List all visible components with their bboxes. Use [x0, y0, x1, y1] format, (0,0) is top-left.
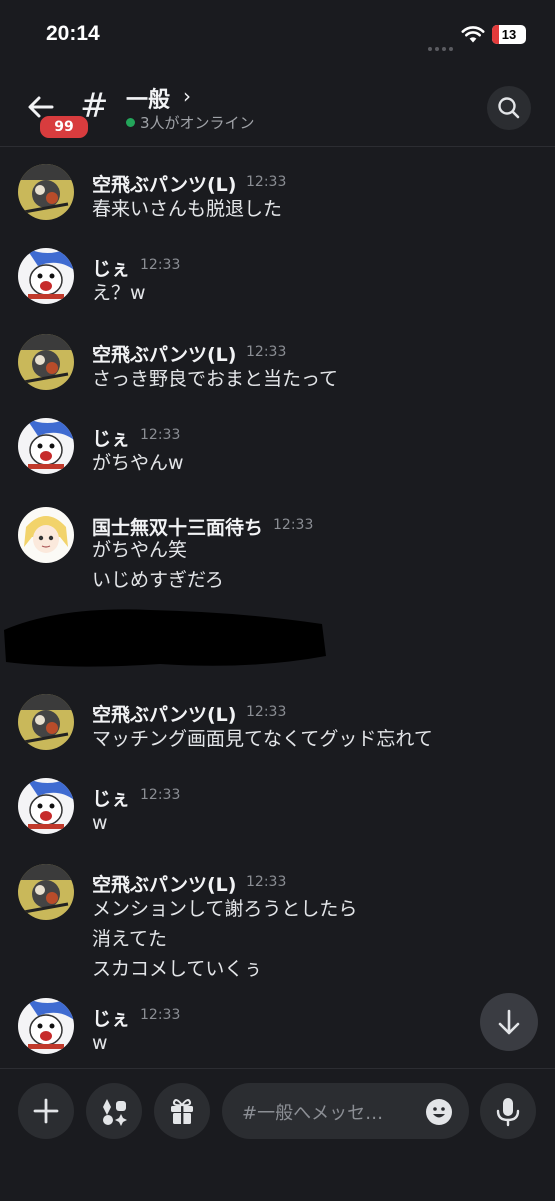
- message-input[interactable]: #一般へメッセ…: [222, 1083, 469, 1139]
- message-timestamp: 12:33: [246, 174, 287, 190]
- message-text: マッチング画面見てなくてグッド忘れて: [92, 728, 433, 750]
- message-author[interactable]: じぇ: [92, 424, 130, 451]
- battery-indicator: 13: [492, 25, 526, 44]
- avatar[interactable]: [18, 418, 74, 474]
- emoji-icon[interactable]: [425, 1098, 453, 1126]
- message-timestamp: 12:33: [246, 704, 287, 720]
- avatar[interactable]: [18, 334, 74, 390]
- message-author[interactable]: 空飛ぶパンツ(L): [92, 340, 236, 367]
- message-author[interactable]: 空飛ぶパンツ(L): [92, 700, 236, 727]
- message-timestamp: 12:33: [140, 1007, 181, 1023]
- avatar[interactable]: [18, 998, 74, 1054]
- microphone-icon: [496, 1098, 520, 1127]
- add-attachment-button[interactable]: [18, 1083, 74, 1139]
- cellular-signal-icon: [428, 36, 456, 51]
- search-icon: [498, 97, 520, 119]
- channel-hash-icon: #: [80, 86, 109, 126]
- message-text: え？w: [92, 282, 146, 304]
- message-author[interactable]: 空飛ぶパンツ(L): [92, 170, 236, 197]
- avatar[interactable]: [18, 778, 74, 834]
- message-text: 消えてた: [92, 928, 168, 950]
- search-button[interactable]: [487, 86, 531, 130]
- message-input-placeholder: #一般へメッセ…: [242, 1103, 384, 1124]
- redaction-mark: [4, 609, 326, 667]
- wifi-icon: [461, 26, 485, 43]
- message-author[interactable]: 空飛ぶパンツ(L): [92, 870, 236, 897]
- message-text: スカコメしていくぅ: [92, 958, 263, 980]
- channel-name[interactable]: 一般: [126, 82, 170, 114]
- message-text: がちやん笑: [92, 539, 188, 561]
- apps-button[interactable]: [86, 1083, 142, 1139]
- message-text: w: [92, 812, 108, 834]
- chevron-right-icon[interactable]: ›: [183, 84, 191, 108]
- message-text: さっき野良でおまと当たって: [92, 368, 339, 390]
- status-bar: 20:14 13: [0, 0, 555, 70]
- voice-message-button[interactable]: [480, 1083, 536, 1139]
- message-text: メンションして謝ろうとしたら: [92, 898, 358, 920]
- message-author[interactable]: じぇ: [92, 784, 130, 811]
- message-author[interactable]: じぇ: [92, 1004, 130, 1031]
- avatar[interactable]: [18, 694, 74, 750]
- plus-icon: [33, 1098, 59, 1124]
- message-text: w: [92, 1032, 108, 1054]
- message-text: 春来いさんも脱退した: [92, 198, 283, 220]
- message-timestamp: 12:33: [140, 427, 181, 443]
- scroll-to-bottom-button[interactable]: [480, 993, 538, 1051]
- avatar[interactable]: [18, 507, 74, 563]
- message-text: がちやんw: [92, 452, 184, 474]
- message-timestamp: 12:33: [140, 787, 181, 803]
- status-time: 20:14: [46, 22, 100, 45]
- message-author[interactable]: じぇ: [92, 254, 130, 281]
- arrow-down-icon: [498, 1009, 520, 1035]
- message-timestamp: 12:33: [246, 874, 287, 890]
- message-timestamp: 12:33: [140, 257, 181, 273]
- avatar[interactable]: [18, 864, 74, 920]
- online-count: 3人がオンライン: [126, 112, 255, 133]
- message-text: いじめすぎだろ: [92, 569, 224, 591]
- apps-icon: [103, 1099, 127, 1126]
- channel-header: 99 # 一般 › 3人がオンライン: [0, 72, 555, 147]
- message-timestamp: 12:33: [246, 344, 287, 360]
- online-dot-icon: [126, 118, 135, 127]
- gift-icon: [171, 1099, 193, 1124]
- avatar[interactable]: [18, 248, 74, 304]
- message-timestamp: 12:33: [273, 517, 314, 533]
- gift-button[interactable]: [154, 1083, 210, 1139]
- avatar[interactable]: [18, 164, 74, 220]
- composer-bar: #一般へメッセ…: [0, 1068, 555, 1201]
